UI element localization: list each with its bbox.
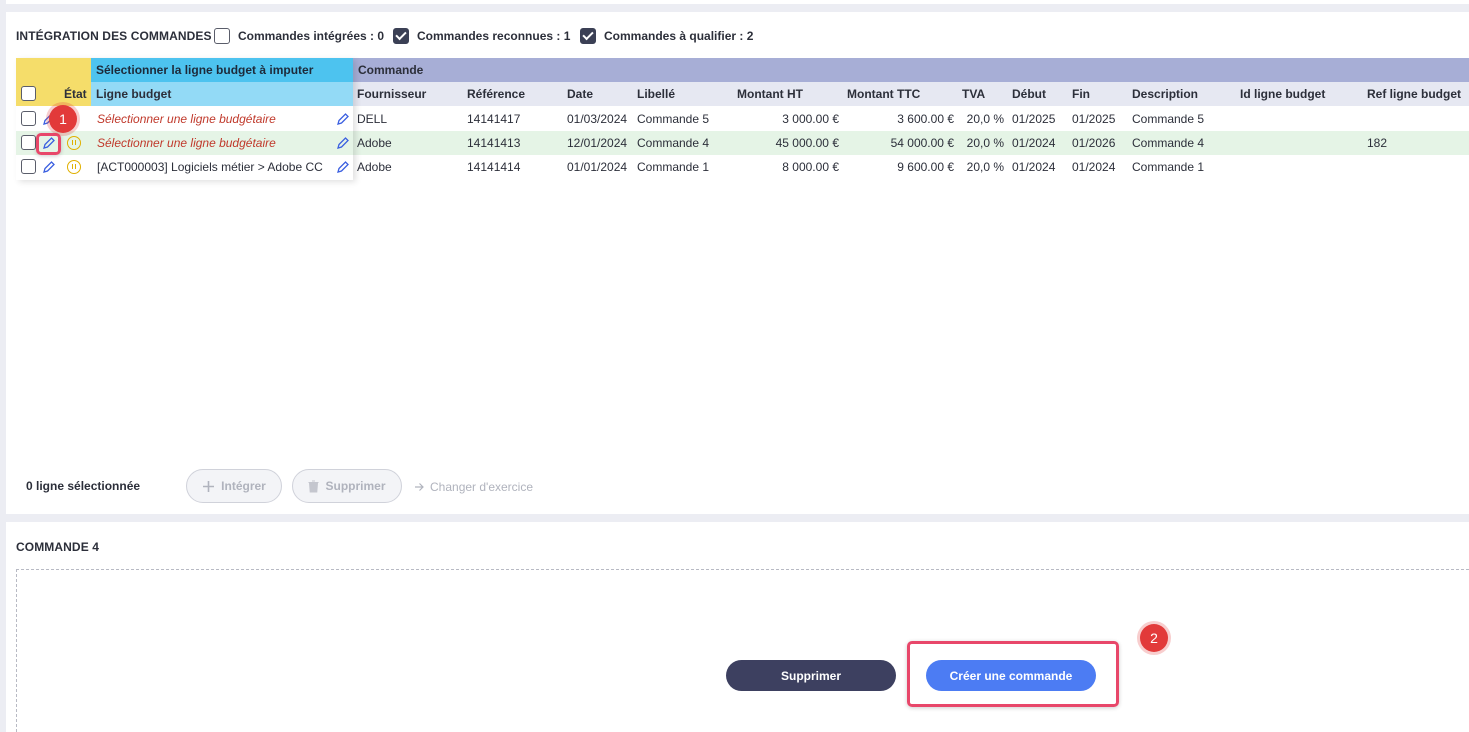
montant-ht-cell: 8 000.00 € [782,160,839,174]
integrate-label: Intégrer [221,479,266,493]
edit-ligne-pencil-icon[interactable] [336,136,350,150]
id-ligne-budget-cell [1236,107,1363,131]
col-ref-ligne-budget[interactable]: Ref ligne budget [1363,82,1469,106]
select-group-header: Sélectionner la ligne budget à imputer [91,58,353,82]
filter-qualifier-checkbox[interactable] [580,28,596,44]
date-cell: 01/03/2024 [567,112,628,126]
debut-cell: 01/2024 [1012,160,1056,174]
col-description[interactable]: Description [1128,82,1236,106]
id-ligne-budget-cell [1236,155,1363,179]
ref-ligne-budget-cell: 182 [1367,136,1388,150]
tva-cell: 20,0 % [966,160,1004,174]
edit-ligne-pencil-icon[interactable] [336,160,350,174]
fin-cell: 01/2025 [1072,112,1116,126]
filter-integrees-checkbox[interactable] [214,28,230,44]
delete-commande-button[interactable]: Supprimer [726,660,896,691]
etat-column-header: État [64,87,87,101]
table-row[interactable]: [ACT000003] Logiciels métier > Adobe CC … [16,155,1469,179]
etat-group-header [16,58,91,82]
edit-ligne-pencil-icon[interactable] [336,112,350,126]
col-fin[interactable]: Fin [1068,82,1128,106]
annotation-badge-2: 2 [1140,624,1168,652]
fin-cell: 01/2026 [1072,136,1116,150]
filter-reconnues[interactable]: Commandes reconnues : 1 [393,28,570,44]
filter-qualifier[interactable]: Commandes à qualifier : 2 [580,28,753,44]
montant-ttc-cell: 3 600.00 € [897,112,954,126]
date-cell: 01/01/2024 [567,160,628,174]
col-date[interactable]: Date [563,82,633,106]
filter-reconnues-label: Commandes reconnues : 1 [417,29,571,43]
select-all-checkbox[interactable] [21,86,36,101]
fournisseur-cell: Adobe [357,160,392,174]
change-year-link[interactable]: Changer d'exercice [414,480,533,494]
section-title-integration: INTÉGRATION DES COMMANDES [16,29,212,43]
description-cell: Commande 1 [1132,160,1205,174]
change-year-label: Changer d'exercice [430,480,534,494]
top-strip [6,0,1469,4]
col-montant-ttc[interactable]: Montant TTC [843,82,958,106]
highlight-edit-pencil [36,133,61,155]
annotation-badge-1: 1 [49,105,77,133]
ligne-budget-cell[interactable]: [ACT000003] Logiciels métier > Adobe CC [93,155,333,179]
trash-icon [308,480,319,492]
tva-cell: 20,0 % [966,136,1004,150]
delete-selection-button[interactable]: Supprimer [292,469,402,503]
edit-pencil-icon[interactable] [42,160,56,174]
commande-columns-header: Fournisseur Référence Date Libellé Monta… [353,82,1469,106]
ref-ligne-budget-cell [1363,155,1469,179]
row-checkbox[interactable] [21,135,36,150]
filter-integrees[interactable]: Commandes intégrées : 0 [214,28,384,44]
commande-detail-area [16,569,1469,732]
col-debut[interactable]: Début [1008,82,1068,106]
row-checkbox[interactable] [21,111,36,126]
tva-cell: 20,0 % [966,112,1004,126]
col-montant-ht[interactable]: Montant HT [733,82,843,106]
filter-reconnues-checkbox[interactable] [393,28,409,44]
montant-ttc-cell: 54 000.00 € [890,136,954,150]
table-row[interactable]: Sélectionner une ligne budgétaire DELL 1… [16,107,1469,131]
fin-cell: 01/2024 [1072,160,1116,174]
debut-cell: 01/2025 [1012,112,1056,126]
reference-cell: 14141417 [467,112,521,126]
selected-count: 0 ligne sélectionnée [26,479,141,493]
libelle-cell: Commande 5 [637,112,710,126]
ligne-budget-cell[interactable]: Sélectionner une ligne budgétaire [93,107,333,131]
debut-cell: 01/2024 [1012,136,1056,150]
section-title-commande: COMMANDE 4 [16,540,100,554]
col-tva[interactable]: TVA [958,82,1008,106]
montant-ht-cell: 3 000.00 € [782,112,839,126]
arrow-right-icon [415,483,424,491]
montant-ttc-cell: 9 600.00 € [897,160,954,174]
col-id-ligne-budget[interactable]: Id ligne budget [1236,82,1363,106]
reference-cell: 14141413 [467,136,521,150]
reference-cell: 14141414 [467,160,521,174]
col-libelle[interactable]: Libellé [633,82,733,106]
delete-selection-label: Supprimer [325,479,386,493]
ligne-budget-cell[interactable]: Sélectionner une ligne budgétaire [93,131,333,155]
ligne-budget-column-header[interactable]: Ligne budget [91,82,353,106]
date-cell: 12/01/2024 [567,136,628,150]
filter-qualifier-label: Commandes à qualifier : 2 [604,29,754,43]
commande-group-header: Commande [353,58,1469,82]
row-checkbox[interactable] [21,159,36,174]
col-reference[interactable]: Référence [463,82,563,106]
id-ligne-budget-cell [1236,131,1363,155]
table-row[interactable]: Sélectionner une ligne budgétaire Adobe … [16,131,1469,155]
etat-header: État [16,82,91,106]
fournisseur-cell: DELL [357,112,388,126]
pause-status-icon [67,136,81,150]
integrate-button[interactable]: Intégrer [186,469,282,503]
montant-ht-cell: 45 000.00 € [775,136,839,150]
ref-ligne-budget-cell [1363,107,1469,131]
highlight-create-button [907,641,1119,707]
fournisseur-cell: Adobe [357,136,392,150]
libelle-cell: Commande 1 [637,160,710,174]
pause-status-icon [67,160,81,174]
libelle-cell: Commande 4 [637,136,710,150]
description-cell: Commande 4 [1132,136,1205,150]
col-fournisseur[interactable]: Fournisseur [353,82,463,106]
description-cell: Commande 5 [1132,112,1205,126]
filter-integrees-label: Commandes intégrées : 0 [238,29,385,43]
plus-icon [203,480,215,492]
